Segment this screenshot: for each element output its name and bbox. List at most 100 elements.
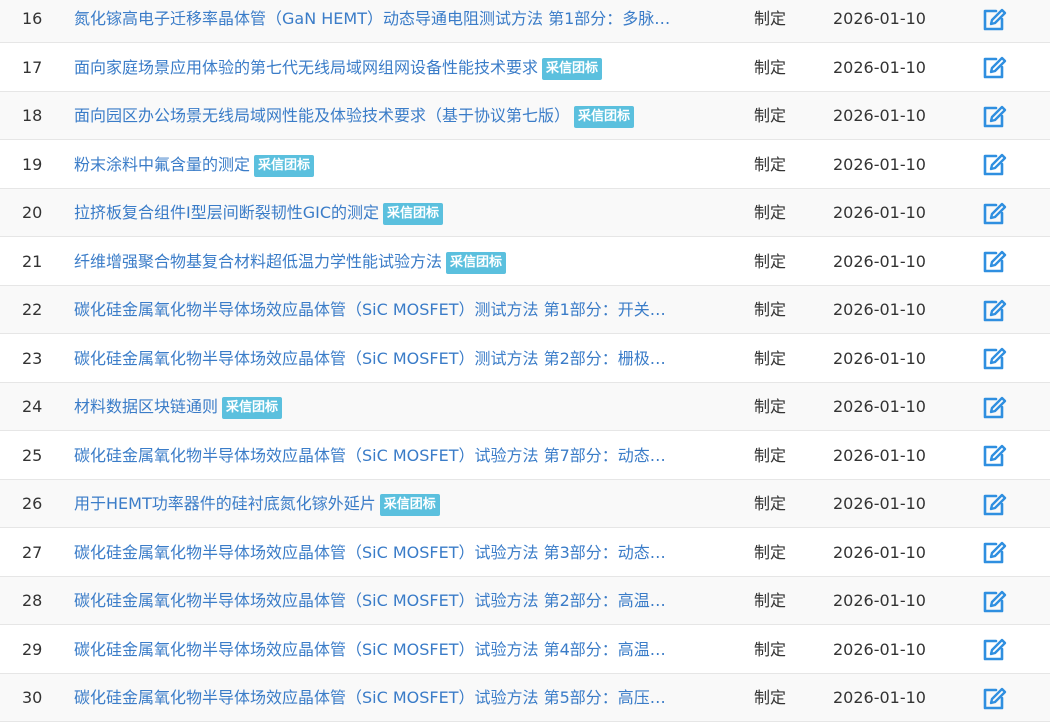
row-number: 16	[22, 9, 43, 28]
table-row: 17 面向家庭场景应用体验的第七代无线局域网组网设备性能技术要求 采信团标 制定 202…	[0, 43, 1050, 92]
row-number: 30	[22, 688, 43, 707]
date: 2026-01-10	[833, 688, 926, 707]
table-row: 18 面向园区办公场景无线局域网性能及体验技术要求（基于协议第七版） 采信团标 制定 2…	[0, 92, 1050, 140]
project-type: 制定	[754, 639, 787, 659]
edit-icon[interactable]	[981, 432, 1011, 479]
project-type: 制定	[754, 251, 787, 271]
standard-title-link[interactable]: 碳化硅金属氧化物半导体场效应晶体管（SiC MOSFET）测试方法 第1部分：开…	[74, 300, 666, 319]
edit-icon[interactable]	[981, 286, 1011, 333]
date: 2026-01-10	[833, 203, 926, 222]
standard-title: 碳化硅金属氧化物半导体场效应晶体管（SiC MOSFET）试验方法 第5部分：高…	[74, 674, 734, 721]
table-row: 20 拉挤板复合组件I型层间断裂韧性GIC的测定 采信团标 制定 2026-01-10	[0, 189, 1050, 237]
row-number: 23	[22, 348, 43, 368]
adopted-standard-badge: 采信团标	[574, 106, 635, 128]
table-row: 27 碳化硅金属氧化物半导体场效应晶体管（SiC MOSFET）试验方法 第3部分…	[0, 528, 1050, 577]
date: 2026-01-10	[833, 591, 926, 610]
standard-title-link[interactable]: 碳化硅金属氧化物半导体场效应晶体管（SiC MOSFET）试验方法 第3部分：动…	[74, 543, 666, 562]
project-type: 制定	[754, 203, 787, 222]
edit-icon[interactable]	[981, 0, 1011, 42]
row-number: 27	[22, 542, 43, 562]
row-number: 21	[22, 251, 43, 271]
edit-icon[interactable]	[981, 480, 1011, 527]
table-row: 24 材料数据区块链通则 采信团标 制定 2026-01-10	[0, 383, 1050, 431]
table-row: 22 碳化硅金属氧化物半导体场效应晶体管（SiC MOSFET）测试方法 第1部分…	[0, 286, 1050, 334]
table-row: 19 粉末涂料中氟含量的测定 采信团标 制定 2026-01-10	[0, 140, 1050, 189]
edit-icon[interactable]	[981, 674, 1011, 721]
edit-icon[interactable]	[981, 92, 1011, 139]
standard-title-link[interactable]: 碳化硅金属氧化物半导体场效应晶体管（SiC MOSFET）试验方法 第2部分：高…	[74, 591, 666, 610]
standard-title: 拉挤板复合组件I型层间断裂韧性GIC的测定 采信团标	[74, 189, 734, 236]
standard-title-link[interactable]: 粉末涂料中氟含量的测定	[74, 155, 250, 174]
date: 2026-01-10	[833, 154, 926, 174]
date: 2026-01-10	[833, 397, 926, 416]
edit-icon[interactable]	[981, 238, 1011, 285]
project-type: 制定	[754, 494, 787, 513]
standard-title-link[interactable]: 碳化硅金属氧化物半导体场效应晶体管（SiC MOSFET）试验方法 第7部分：动…	[74, 446, 666, 465]
edit-icon[interactable]	[981, 626, 1011, 673]
date: 2026-01-10	[833, 57, 926, 77]
row-number: 17	[22, 57, 43, 77]
row-number: 24	[22, 397, 43, 416]
edit-icon[interactable]	[981, 577, 1011, 624]
standards-table: 16 氮化镓高电子迁移率晶体管（GaN HEMT）动态导通电阻测试方法 第1部分：…	[0, 0, 1050, 722]
standard-title-link[interactable]: 拉挤板复合组件I型层间断裂韧性GIC的测定	[74, 203, 379, 222]
project-type: 制定	[754, 397, 787, 416]
date: 2026-01-10	[833, 494, 926, 513]
standard-title: 纤维增强聚合物基复合材料超低温力学性能试验方法 采信团标	[74, 238, 734, 285]
standard-title-link[interactable]: 碳化硅金属氧化物半导体场效应晶体管（SiC MOSFET）试验方法 第5部分：高…	[74, 688, 666, 707]
standard-title-link[interactable]: 材料数据区块链通则	[74, 397, 218, 416]
table-row: 26 用于HEMT功率器件的硅衬底氮化镓外延片 采信团标 制定 2026-01-10	[0, 480, 1050, 528]
table-row: 23 碳化硅金属氧化物半导体场效应晶体管（SiC MOSFET）测试方法 第2部分…	[0, 334, 1050, 383]
row-number: 25	[22, 445, 43, 465]
row-number: 19	[22, 154, 43, 174]
project-type: 制定	[754, 542, 787, 562]
adopted-standard-badge: 采信团标	[446, 251, 507, 274]
table-row: 28 碳化硅金属氧化物半导体场效应晶体管（SiC MOSFET）试验方法 第2部分…	[0, 577, 1050, 625]
edit-icon[interactable]	[981, 44, 1011, 91]
adopted-standard-badge: 采信团标	[379, 494, 440, 516]
row-number: 26	[22, 494, 43, 513]
edit-icon[interactable]	[981, 529, 1011, 576]
standard-title-link[interactable]: 纤维增强聚合物基复合材料超低温力学性能试验方法	[74, 252, 442, 271]
adopted-standard-badge: 采信团标	[542, 57, 603, 80]
project-type: 制定	[754, 106, 787, 125]
date: 2026-01-10	[833, 9, 926, 28]
edit-icon[interactable]	[981, 189, 1011, 236]
standard-title-link[interactable]: 面向园区办公场景无线局域网性能及体验技术要求（基于协议第七版）	[74, 106, 570, 125]
standard-title: 用于HEMT功率器件的硅衬底氮化镓外延片 采信团标	[74, 480, 734, 527]
date: 2026-01-10	[833, 445, 926, 465]
standard-title-link[interactable]: 面向家庭场景应用体验的第七代无线局域网组网设备性能技术要求	[74, 58, 538, 77]
standard-title-link[interactable]: 用于HEMT功率器件的硅衬底氮化镓外延片	[74, 494, 376, 513]
date: 2026-01-10	[833, 251, 926, 271]
standard-title: 碳化硅金属氧化物半导体场效应晶体管（SiC MOSFET）试验方法 第7部分：动…	[74, 432, 734, 479]
date: 2026-01-10	[833, 348, 926, 368]
project-type: 制定	[754, 445, 787, 465]
edit-icon[interactable]	[981, 141, 1011, 188]
table-row: 21 纤维增强聚合物基复合材料超低温力学性能试验方法 采信团标 制定 2026-01-1…	[0, 237, 1050, 286]
table-row: 16 氮化镓高电子迁移率晶体管（GaN HEMT）动态导通电阻测试方法 第1部分：…	[0, 0, 1050, 43]
project-type: 制定	[754, 591, 787, 610]
edit-icon[interactable]	[981, 335, 1011, 382]
standard-title: 碳化硅金属氧化物半导体场效应晶体管（SiC MOSFET）测试方法 第1部分：开…	[74, 286, 734, 333]
standard-title: 氮化镓高电子迁移率晶体管（GaN HEMT）动态导通电阻测试方法 第1部分：多脉…	[74, 0, 734, 42]
project-type: 制定	[754, 154, 787, 174]
date: 2026-01-10	[833, 542, 926, 562]
table-row: 29 碳化硅金属氧化物半导体场效应晶体管（SiC MOSFET）试验方法 第4部分…	[0, 625, 1050, 674]
adopted-standard-badge: 采信团标	[222, 397, 283, 419]
standard-title-link[interactable]: 碳化硅金属氧化物半导体场效应晶体管（SiC MOSFET）测试方法 第2部分：栅…	[74, 349, 666, 368]
row-number: 29	[22, 639, 43, 659]
project-type: 制定	[754, 688, 787, 707]
edit-icon[interactable]	[981, 383, 1011, 430]
standard-title: 材料数据区块链通则 采信团标	[74, 383, 734, 430]
standard-title: 碳化硅金属氧化物半导体场效应晶体管（SiC MOSFET）试验方法 第4部分：高…	[74, 626, 734, 673]
standard-title: 面向园区办公场景无线局域网性能及体验技术要求（基于协议第七版） 采信团标	[74, 92, 734, 139]
standard-title: 面向家庭场景应用体验的第七代无线局域网组网设备性能技术要求 采信团标	[74, 44, 734, 91]
row-number: 22	[22, 300, 43, 319]
row-number: 20	[22, 203, 43, 222]
standard-title-link[interactable]: 碳化硅金属氧化物半导体场效应晶体管（SiC MOSFET）试验方法 第4部分：高…	[74, 640, 666, 659]
project-type: 制定	[754, 57, 787, 77]
adopted-standard-badge: 采信团标	[383, 203, 444, 225]
standard-title: 碳化硅金属氧化物半导体场效应晶体管（SiC MOSFET）试验方法 第2部分：高…	[74, 577, 734, 624]
standard-title-link[interactable]: 氮化镓高电子迁移率晶体管（GaN HEMT）动态导通电阻测试方法 第1部分：多脉…	[74, 9, 670, 28]
project-type: 制定	[754, 348, 787, 368]
